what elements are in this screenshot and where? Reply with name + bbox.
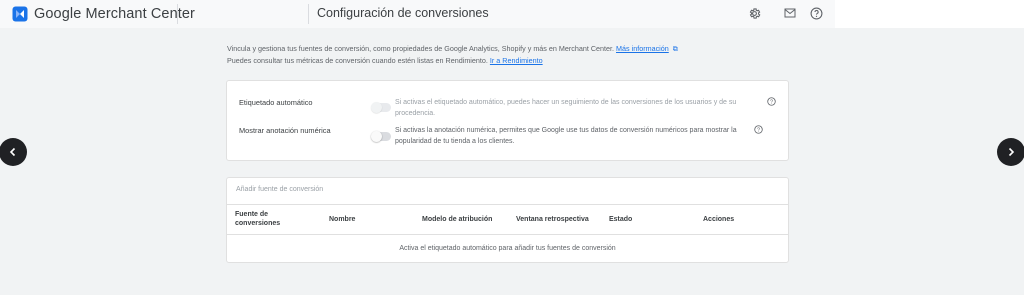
help-icon[interactable]: ?	[767, 97, 776, 106]
toggle-knob	[371, 131, 382, 142]
column-header-attribution-model[interactable]: Modelo de atribución	[422, 215, 492, 224]
divider	[226, 234, 789, 235]
auto-tagging-description: Si activas el etiquetado automático, pue…	[395, 99, 737, 117]
auto-tagging-label: Etiquetado automático	[239, 98, 313, 107]
brand-name: Google Merchant Center	[34, 6, 195, 22]
svg-text:?: ?	[770, 100, 773, 106]
header-divider	[177, 4, 178, 24]
intro-text: Vincula y gestiona tus fuentes de conver…	[227, 43, 787, 66]
intro-line-2: Puedes consultar tus métricas de convers…	[227, 56, 488, 65]
help-icon[interactable]: ?	[754, 125, 763, 134]
merchant-center-logo-icon	[12, 6, 28, 22]
conversion-settings-card	[226, 80, 789, 161]
brand[interactable]: Google Merchant Center	[12, 4, 195, 24]
divider	[226, 204, 789, 205]
header-divider	[308, 4, 309, 24]
intro-line-1: Vincula y gestiona tus fuentes de conver…	[227, 44, 615, 53]
column-header-lookback-window[interactable]: Ventana retrospectiva	[516, 215, 589, 224]
top-app-bar-right	[835, 0, 1024, 28]
column-header-name[interactable]: Nombre	[329, 215, 355, 224]
external-link-icon: ⧉	[672, 46, 678, 53]
numeric-annotation-description: Si activas la anotación numérica, permit…	[395, 127, 737, 145]
chevron-left-icon	[9, 147, 16, 157]
numeric-annotation-toggle[interactable]	[371, 131, 391, 142]
add-conversion-source-button[interactable]: Añadir fuente de conversión	[236, 186, 323, 193]
auto-tagging-toggle[interactable]	[371, 102, 391, 113]
empty-table-message: Activa el etiquetado automático para aña…	[399, 245, 616, 252]
column-header-source-line-1: Fuente de	[235, 211, 269, 218]
mail-icon[interactable]	[782, 5, 798, 21]
go-to-performance-link[interactable]: Ir a Rendimiento	[490, 56, 543, 65]
previous-button[interactable]	[0, 138, 27, 166]
gear-icon[interactable]	[746, 5, 762, 21]
top-app-bar: Google Merchant Center Configuración de …	[0, 0, 1024, 28]
learn-more-link[interactable]: Más información	[616, 44, 669, 53]
toggle-knob	[371, 102, 382, 113]
column-header-source-line-2: conversiones	[235, 220, 281, 227]
svg-text:?: ?	[757, 128, 760, 134]
column-header-actions[interactable]: Acciones	[703, 215, 734, 224]
column-header-status[interactable]: Estado	[609, 215, 632, 224]
next-button[interactable]	[997, 138, 1024, 166]
column-header-source[interactable]: Fuente de conversiones	[235, 210, 280, 228]
page-title: Configuración de conversiones	[317, 6, 489, 20]
chevron-right-icon	[1008, 147, 1015, 157]
numeric-annotation-label: Mostrar anotación numérica	[239, 126, 331, 135]
help-icon[interactable]	[808, 5, 824, 21]
